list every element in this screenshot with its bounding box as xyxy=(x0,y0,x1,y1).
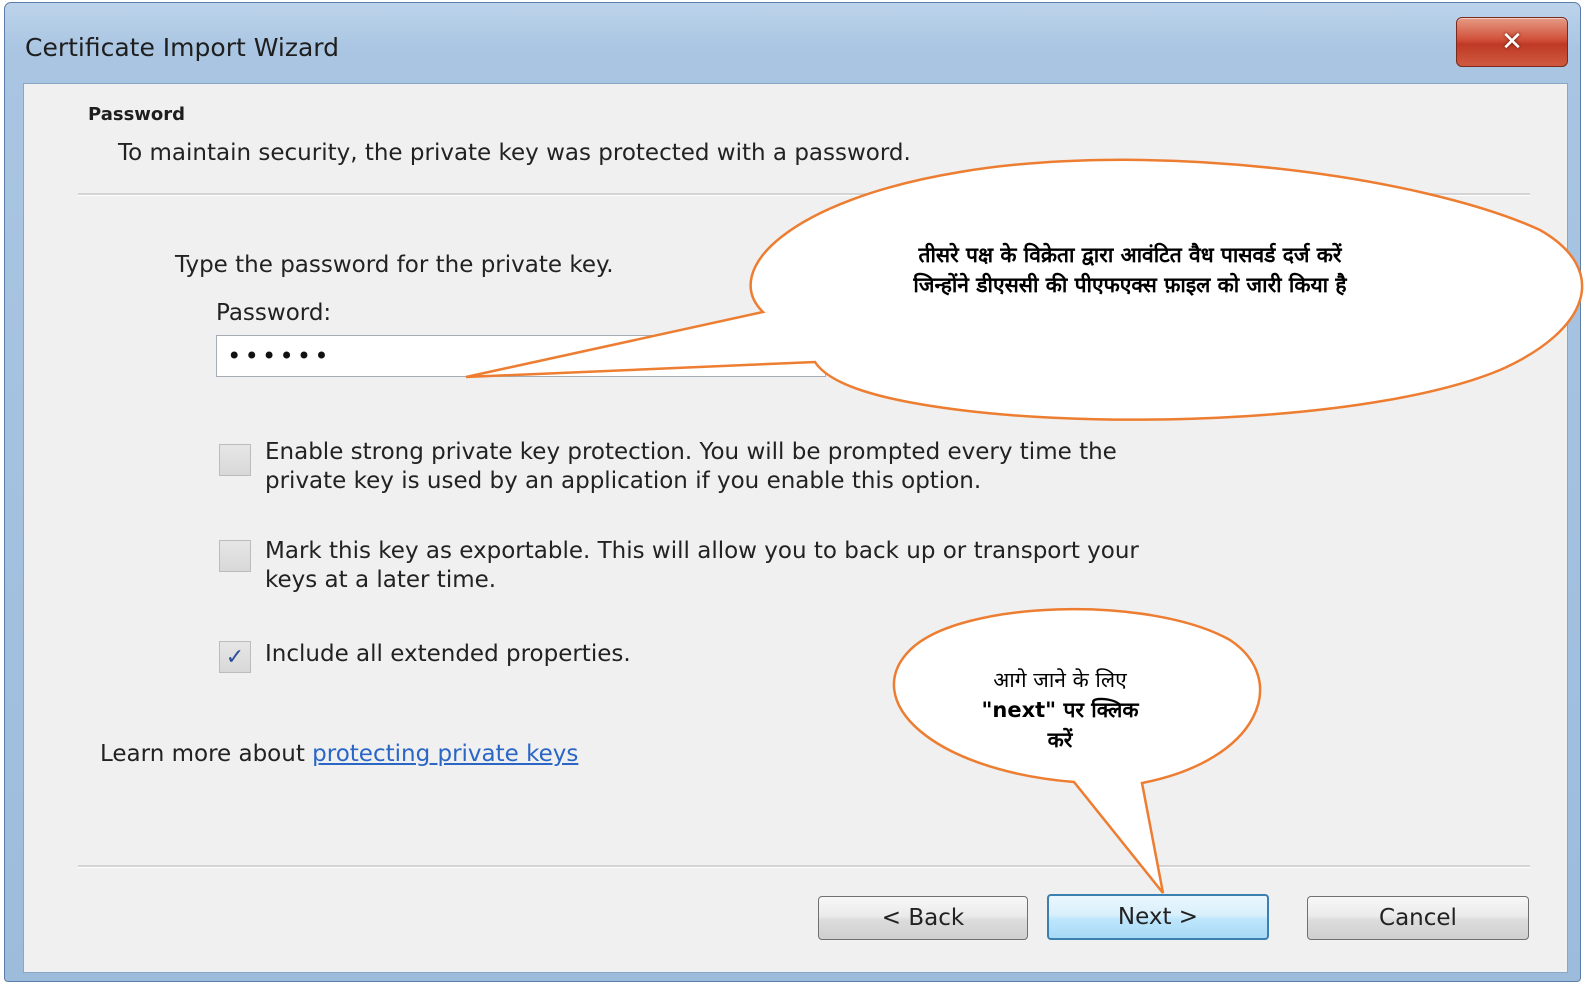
extended-properties-label[interactable]: Include all extended properties. xyxy=(265,640,631,669)
strong-protection-line1: Enable strong private key protection. Yo… xyxy=(265,439,1117,465)
title-bar[interactable]: Certificate Import Wizard ✕ xyxy=(5,3,1580,83)
page-header-title: Password xyxy=(88,104,186,125)
close-icon: ✕ xyxy=(1501,27,1523,57)
password-callout-text: तीसरे पक्ष के विक्रेता द्वारा आवंटित वैध… xyxy=(913,243,1347,297)
wizard-content xyxy=(23,83,1568,973)
strong-protection-checkbox[interactable] xyxy=(219,444,251,476)
strong-protection-line2: private key is used by an application if… xyxy=(265,468,982,494)
page-header-subtitle: To maintain security, the private key wa… xyxy=(118,140,911,166)
window-title: Certificate Import Wizard xyxy=(25,33,339,62)
checkmark-icon: ✓ xyxy=(225,644,245,670)
exportable-label[interactable]: Mark this key as exportable. This will a… xyxy=(265,537,1139,595)
cancel-button[interactable]: Cancel xyxy=(1307,896,1529,940)
exportable-line2: keys at a later time. xyxy=(265,567,497,593)
exportable-checkbox[interactable] xyxy=(219,540,251,572)
header-divider xyxy=(78,193,1530,196)
exportable-line1: Mark this key as exportable. This will a… xyxy=(265,538,1139,564)
strong-protection-label[interactable]: Enable strong private key protection. Yo… xyxy=(265,438,1117,496)
extended-properties-checkbox[interactable]: ✓ xyxy=(219,641,251,673)
close-button[interactable]: ✕ xyxy=(1456,17,1568,67)
next-callout-line2: "next" पर क्लिक xyxy=(981,698,1139,722)
learn-more: Learn more about protecting private keys xyxy=(100,741,578,767)
protecting-keys-link[interactable]: protecting private keys xyxy=(312,741,578,767)
learn-more-text: Learn more about xyxy=(100,741,313,767)
next-button[interactable]: Next > xyxy=(1047,894,1269,940)
back-button[interactable]: < Back xyxy=(818,896,1028,940)
next-callout-line1: आगे जाने के लिए xyxy=(993,668,1127,692)
footer-divider xyxy=(78,865,1530,868)
password-input[interactable] xyxy=(216,335,826,377)
password-label: Password: xyxy=(216,300,332,326)
next-callout-line3: करें xyxy=(1047,728,1073,752)
next-callout-text: आगे जाने के लिए "next" पर क्लिक करें xyxy=(930,665,1190,755)
password-prompt: Type the password for the private key. xyxy=(175,252,614,278)
